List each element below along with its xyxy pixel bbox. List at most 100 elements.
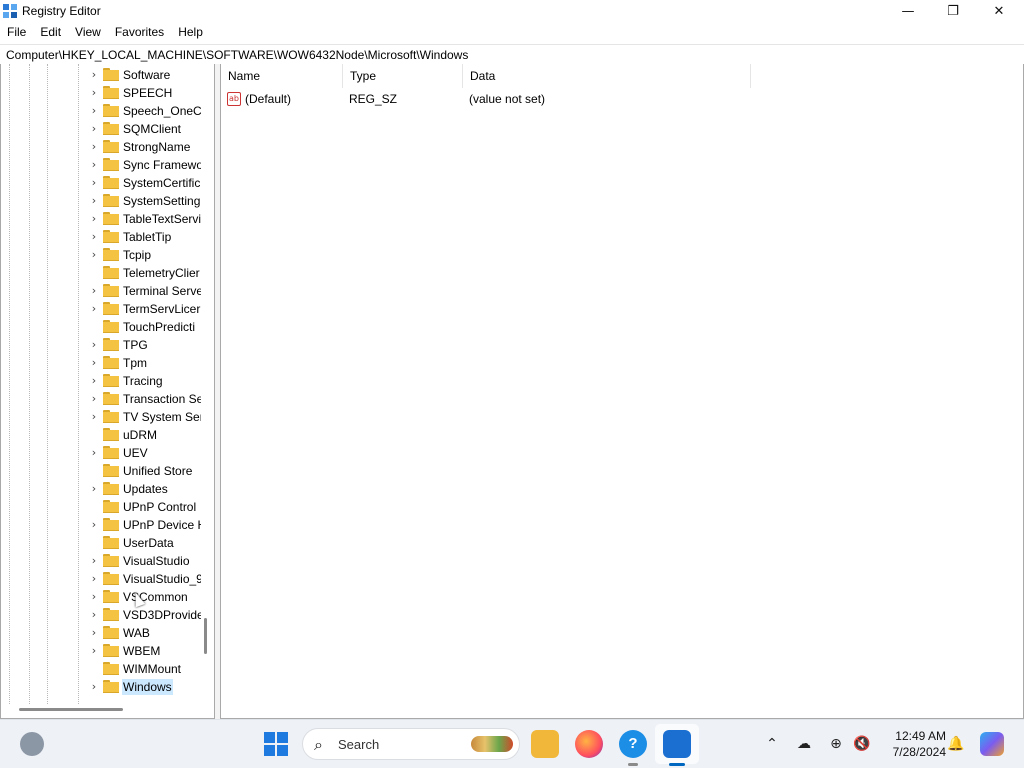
tree-item[interactable]: › TabletTip xyxy=(87,228,201,246)
tree-item[interactable]: › StrongName xyxy=(87,138,201,156)
chevron-right-icon[interactable]: › xyxy=(87,229,101,245)
tree-item[interactable]: › Software xyxy=(87,66,201,84)
tree-item[interactable]: › Updates xyxy=(87,480,201,498)
taskbar-search-box[interactable]: ⌕ Search xyxy=(302,728,520,760)
tree-item[interactable]: WIMMount xyxy=(87,660,201,678)
chevron-right-icon[interactable]: › xyxy=(87,373,101,389)
chevron-right-icon[interactable]: › xyxy=(87,157,101,173)
tree-item[interactable]: › VisualStudio_9 xyxy=(87,570,201,588)
chevron-right-icon[interactable]: › xyxy=(87,283,101,299)
tree-item[interactable]: › SQMClient xyxy=(87,120,201,138)
chevron-right-icon[interactable]: › xyxy=(87,247,101,263)
tree-item[interactable]: › Speech_OneCo xyxy=(87,102,201,120)
get-help-icon[interactable]: ? xyxy=(619,730,647,758)
tree-item[interactable]: › SPEECH xyxy=(87,84,201,102)
chevron-right-icon[interactable]: › xyxy=(87,391,101,407)
tree-item[interactable]: › WAB xyxy=(87,624,201,642)
system-clock[interactable]: 12:49 AM 7/28/2024 xyxy=(880,728,946,760)
widgets-icon[interactable] xyxy=(20,732,44,756)
file-explorer-icon[interactable] xyxy=(531,730,559,758)
tree-item[interactable]: › Transaction Se xyxy=(87,390,201,408)
chevron-right-icon[interactable]: › xyxy=(87,571,101,587)
chevron-right-icon[interactable]: › xyxy=(87,643,101,659)
chevron-right-icon[interactable]: › xyxy=(87,607,101,623)
address-bar[interactable]: Computer\HKEY_LOCAL_MACHINE\SOFTWARE\WOW… xyxy=(0,44,1024,65)
chevron-right-icon[interactable]: › xyxy=(87,409,101,425)
tree-item[interactable]: UPnP Control xyxy=(87,498,201,516)
maximize-button[interactable]: ❐ xyxy=(930,0,976,22)
chevron-right-icon[interactable]: › xyxy=(87,211,101,227)
chevron-right-icon[interactable]: › xyxy=(87,139,101,155)
tree-item[interactable]: › Tcpip xyxy=(87,246,201,264)
menu-file[interactable]: File xyxy=(0,23,33,43)
tree-item[interactable]: › TV System Ser xyxy=(87,408,201,426)
chevron-right-icon[interactable]: › xyxy=(87,625,101,641)
tree-item[interactable]: › UEV xyxy=(87,444,201,462)
folder-icon xyxy=(103,392,119,405)
chevron-right-icon[interactable]: › xyxy=(87,679,101,695)
tree-item[interactable]: › TPG xyxy=(87,336,201,354)
tree-item-label: Unified Store xyxy=(123,464,193,478)
volume-icon[interactable]: 🔇 xyxy=(852,734,872,754)
firefox-icon[interactable] xyxy=(575,730,603,758)
tree-item[interactable]: › Tpm xyxy=(87,354,201,372)
start-button[interactable] xyxy=(264,732,288,756)
folder-icon xyxy=(103,140,119,153)
tree-horizontal-scrollbar[interactable] xyxy=(19,708,123,711)
chevron-right-icon[interactable]: › xyxy=(87,445,101,461)
tree-item[interactable]: › Sync Framewo xyxy=(87,156,201,174)
value-row[interactable]: ab (Default) REG_SZ (value not set) xyxy=(221,90,1021,110)
menu-edit[interactable]: Edit xyxy=(33,23,68,43)
tree-vertical-scrollbar[interactable] xyxy=(204,618,207,654)
tree-item[interactable]: › VSD3DProvide xyxy=(87,606,201,624)
tree-item[interactable]: › TableTextServi xyxy=(87,210,201,228)
chevron-right-icon[interactable]: › xyxy=(87,337,101,353)
tree-item[interactable]: › VisualStudio xyxy=(87,552,201,570)
close-button[interactable]: ✕ xyxy=(976,0,1022,22)
chevron-right-icon[interactable]: › xyxy=(87,103,101,119)
network-icon[interactable]: ⊕ xyxy=(826,734,846,754)
minimize-button[interactable]: — xyxy=(885,0,931,22)
tree-item[interactable]: UserData xyxy=(87,534,201,552)
windows-logo-icon xyxy=(277,732,288,743)
chevron-right-icon[interactable]: › xyxy=(87,67,101,83)
menu-favorites[interactable]: Favorites xyxy=(108,23,171,43)
chevron-right-icon[interactable]: › xyxy=(87,355,101,371)
chevron-right-icon[interactable]: › xyxy=(87,301,101,317)
copilot-icon[interactable] xyxy=(980,732,1004,756)
chevron-right-icon[interactable]: › xyxy=(87,121,101,137)
column-header-type[interactable]: Type xyxy=(343,64,463,88)
chevron-right-icon[interactable]: › xyxy=(87,175,101,191)
tree-item-label: uDRM xyxy=(123,428,158,442)
chevron-right-icon[interactable]: › xyxy=(87,481,101,497)
tree-item[interactable]: › Windows xyxy=(87,678,201,696)
tree-item[interactable]: TouchPredicti xyxy=(87,318,201,336)
show-hidden-icons-icon[interactable]: ⌃ xyxy=(762,734,782,754)
notifications-bell-icon[interactable]: 🔔 xyxy=(946,734,966,754)
registry-editor-taskbar-icon[interactable] xyxy=(663,730,691,758)
chevron-right-icon[interactable]: › xyxy=(87,193,101,209)
column-header-data[interactable]: Data xyxy=(463,64,751,88)
onedrive-icon[interactable]: ☁ xyxy=(794,734,814,754)
tree-item[interactable]: › TermServLicer xyxy=(87,300,201,318)
chevron-right-icon[interactable]: › xyxy=(87,553,101,569)
column-header-name[interactable]: Name xyxy=(221,64,343,88)
tree-item-label: Tpm xyxy=(123,356,147,370)
tree-item[interactable]: › SystemCertific xyxy=(87,174,201,192)
key-tree-pane[interactable]: › Software › SPEECH › Speech_OneCo › SQMClient ›… xyxy=(0,64,215,719)
tree-item[interactable]: › Terminal Serve xyxy=(87,282,201,300)
chevron-right-icon[interactable]: › xyxy=(87,589,101,605)
menu-help[interactable]: Help xyxy=(171,23,210,43)
tree-item[interactable]: › WBEM xyxy=(87,642,201,660)
address-path[interactable]: Computer\HKEY_LOCAL_MACHINE\SOFTWARE\WOW… xyxy=(6,48,468,62)
tree-item[interactable]: TelemetryClier xyxy=(87,264,201,282)
tree-item[interactable]: › UPnP Device H xyxy=(87,516,201,534)
menu-view[interactable]: View xyxy=(68,23,108,43)
tree-item[interactable]: Unified Store xyxy=(87,462,201,480)
tree-item[interactable]: › SystemSetting xyxy=(87,192,201,210)
chevron-right-icon[interactable]: › xyxy=(87,517,101,533)
values-pane[interactable]: Name Type Data ab (Default) REG_SZ (valu… xyxy=(220,64,1024,719)
chevron-right-icon[interactable]: › xyxy=(87,85,101,101)
tree-item[interactable]: › Tracing xyxy=(87,372,201,390)
tree-item[interactable]: uDRM xyxy=(87,426,201,444)
